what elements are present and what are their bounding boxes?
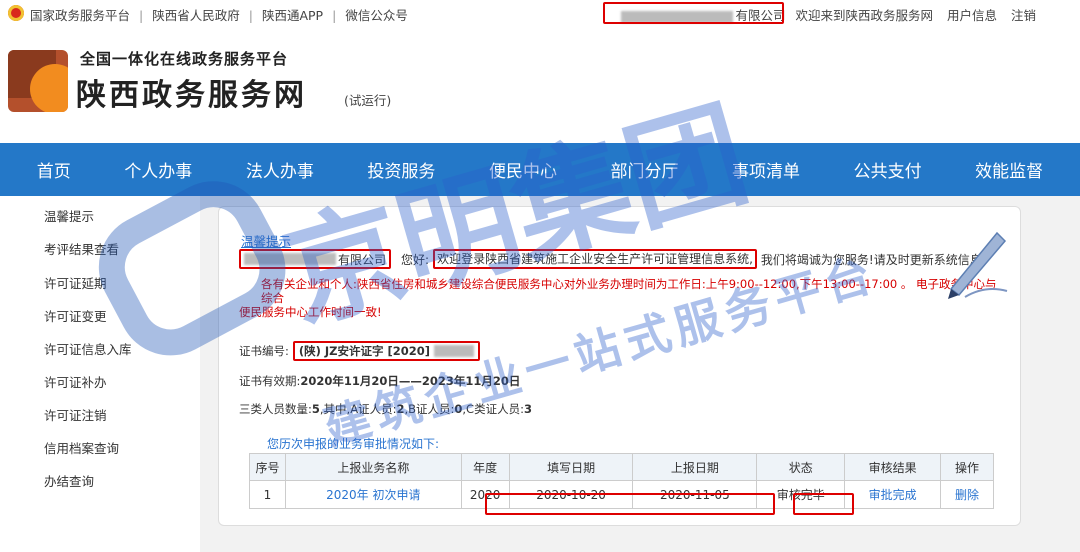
dates-highlight-box xyxy=(485,493,775,515)
status-highlight-box xyxy=(793,493,854,515)
user-info-link[interactable]: 用户信息 xyxy=(947,8,997,23)
cell-index: 1 xyxy=(249,480,286,509)
divider: | xyxy=(248,8,253,23)
cert-number-box: (陕) JZ安许证字 [2020] xyxy=(292,341,481,361)
top-link-app[interactable]: 陕西通APP xyxy=(262,8,323,23)
sidebar-item-change[interactable]: 许可证变更 xyxy=(44,306,107,325)
nav-investment[interactable]: 投资服务 xyxy=(367,157,435,182)
table-header-row: 序号 上报业务名称 年度 填写日期 上报日期 状态 审核结果 操作 xyxy=(249,453,994,481)
sidebar-item-credit[interactable]: 信用档案查询 xyxy=(44,438,119,457)
top-bar: 国家政务服务平台 | 陕西省人民政府 | 陕西通APP | 微信公众号 有限公司 欢迎来到陕… xyxy=(0,0,1080,26)
result-link[interactable]: 审批完成 xyxy=(844,480,942,509)
welcome-text: 欢迎来到陕西政务服务网 xyxy=(795,8,933,23)
main-area: 温馨提示 有限公司 您好: 欢迎登录陕西省建筑施工企业安全生产许可证管理信息系统… xyxy=(200,196,1080,552)
nav-personal[interactable]: 个人办事 xyxy=(124,157,192,182)
nav-departments[interactable]: 部门分厅 xyxy=(611,157,679,182)
counts-a-label: ,其中,A证人员: xyxy=(319,402,397,416)
notice-line: 各有关企业和个人:陕西省住房和城乡建设综合便民服务中心对外业务办理时间为工作日:… xyxy=(261,277,997,305)
counts-label: 三类人员数量: xyxy=(239,402,312,416)
staff-counts-row: 三类人员数量:5,其中,A证人员:2,B证人员:0,C类证人员:3 xyxy=(239,401,532,417)
counts-c-label: ,C类证人员: xyxy=(462,402,524,416)
sidebar-item-cancel[interactable]: 许可证注销 xyxy=(44,405,107,424)
notice-line: 便民服务中心工作时间一致! xyxy=(239,305,382,319)
pen-icon xyxy=(948,231,1008,299)
notice-text: 各有关企业和个人:陕西省住房和城乡建设综合便民服务中心对外业务办理时间为工作日:… xyxy=(239,277,999,319)
validity-row: 证书有效期:2020年11月20日——2023年11月20日 xyxy=(239,373,520,389)
logo-subtitle: 全国一体化在线政务服务平台 xyxy=(80,50,289,68)
sidebar-item-extend[interactable]: 许可证延期 xyxy=(44,273,107,292)
nav-payment[interactable]: 公共支付 xyxy=(854,157,922,182)
delete-link[interactable]: 删除 xyxy=(940,480,994,509)
redacted-company-name xyxy=(244,253,336,265)
cert-label: 证书编号: xyxy=(239,344,289,358)
sidebar-item-reissue[interactable]: 许可证补办 xyxy=(44,372,107,391)
welcome-message: 欢迎登录陕西省建筑施工企业安全生产许可证管理信息系统, xyxy=(433,249,757,269)
sidebar-item-tips[interactable]: 温馨提示 xyxy=(44,206,94,225)
redacted-cert-number xyxy=(434,345,475,357)
company-highlight-box xyxy=(603,2,784,24)
nav-item-list[interactable]: 事项清单 xyxy=(732,157,800,182)
validity-value: 2020年11月20日——2023年11月20日 xyxy=(300,374,521,388)
top-links: 国家政务服务平台 | 陕西省人民政府 | 陕西通APP | 微信公众号 xyxy=(30,5,408,24)
site-logo-icon[interactable] xyxy=(8,50,68,112)
validity-label: 证书有效期: xyxy=(239,374,301,388)
col-header-action: 操作 xyxy=(940,453,994,481)
main-nav: 首页 个人办事 法人办事 投资服务 便民中心 部门分厅 事项清单 公共支付 效能… xyxy=(0,143,1080,196)
counts-total: 5 xyxy=(311,402,320,416)
logout-link[interactable]: 注销 xyxy=(1011,8,1036,23)
top-link-wechat[interactable]: 微信公众号 xyxy=(345,8,408,23)
top-link-national-platform[interactable]: 国家政务服务平台 xyxy=(30,8,130,23)
counts-c: 3 xyxy=(523,402,532,416)
counts-b-label: ,B证人员: xyxy=(404,402,455,416)
national-emblem-icon xyxy=(8,5,24,21)
sidebar-item-completed[interactable]: 办结查询 xyxy=(44,471,94,490)
col-header-result: 审核结果 xyxy=(844,453,942,481)
col-header-index: 序号 xyxy=(249,453,286,481)
col-header-status: 状态 xyxy=(756,453,846,481)
company-suffix: 有限公司 xyxy=(338,252,387,267)
business-name-link[interactable]: 2020年 初次申请 xyxy=(284,480,462,509)
trial-label: (试运行) xyxy=(344,93,392,108)
top-link-provincial-government[interactable]: 陕西省人民政府 xyxy=(152,8,240,23)
greeting-text: 您好: xyxy=(401,252,430,267)
sidebar-item-entry[interactable]: 许可证信息入库 xyxy=(44,339,132,358)
col-header-report-date: 上报日期 xyxy=(632,453,758,481)
company-name-box: 有限公司 xyxy=(239,249,392,269)
divider: | xyxy=(139,8,144,23)
col-header-business: 上报业务名称 xyxy=(284,453,462,481)
sidebar: 温馨提示 考评结果查看 许可证延期 许可证变更 许可证信息入库 许可证补办 许可… xyxy=(0,196,200,552)
nav-home[interactable]: 首页 xyxy=(37,157,71,182)
divider: | xyxy=(332,8,337,23)
col-header-fill-date: 填写日期 xyxy=(508,453,634,481)
site-title: 陕西政务服务网 xyxy=(76,78,307,113)
cert-number: (陕) JZ安许证字 [2020] xyxy=(298,344,431,358)
site-header: 全国一体化在线政务服务平台 陕西政务服务网 (试运行) xyxy=(0,26,1080,143)
info-card: 温馨提示 有限公司 您好: 欢迎登录陕西省建筑施工企业安全生产许可证管理信息系统… xyxy=(218,206,1021,526)
welcome-row: 有限公司 您好: 欢迎登录陕西省建筑施工企业安全生产许可证管理信息系统, 我们将… xyxy=(239,248,982,270)
certificate-row: 证书编号: (陕) JZ安许证字 [2020] xyxy=(239,341,481,361)
col-header-year: 年度 xyxy=(460,453,510,481)
nav-supervision[interactable]: 效能监督 xyxy=(975,157,1043,182)
nav-convenience[interactable]: 便民中心 xyxy=(489,157,557,182)
history-title: 您历次申报的业务审批情况如下: xyxy=(267,437,440,451)
nav-legal-entity[interactable]: 法人办事 xyxy=(246,157,314,182)
sidebar-item-evaluation[interactable]: 考评结果查看 xyxy=(44,239,119,258)
